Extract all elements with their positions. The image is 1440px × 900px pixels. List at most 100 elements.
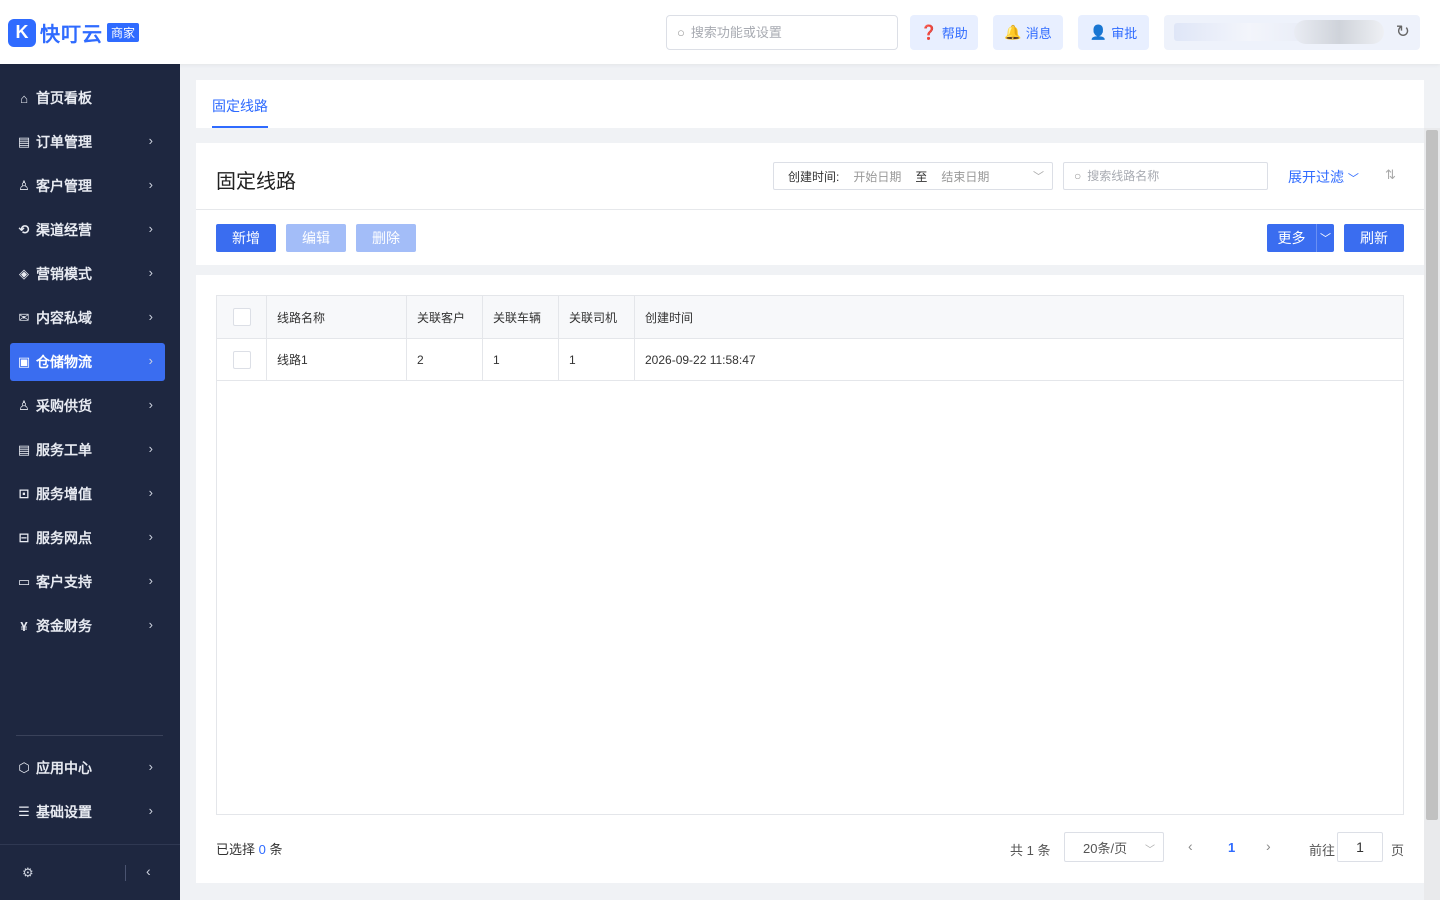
delete-button[interactable]: 删除: [356, 224, 416, 252]
approval-label: 审批: [1111, 26, 1138, 41]
start-date-input[interactable]: 开始日期: [853, 168, 901, 185]
help-label: 帮助: [941, 26, 968, 41]
row-checkbox[interactable]: [233, 350, 251, 369]
end-date-input[interactable]: 结束日期: [941, 168, 989, 185]
prev-page-button[interactable]: ‹: [1188, 838, 1193, 854]
chevron-down-icon: ﹀: [1033, 171, 1044, 183]
store-icon: ⊟: [18, 530, 30, 545]
page-scrollbar[interactable]: [1424, 128, 1440, 900]
gear-icon[interactable]: ⚙: [22, 865, 34, 881]
bag-icon: ⊡: [18, 486, 30, 501]
sidebar-item-label: 资金财务: [36, 618, 92, 634]
question-icon: ❓: [920, 24, 938, 40]
created-date-range-picker[interactable]: 创建时间: 开始日期 至 结束日期 ﹀: [773, 162, 1053, 190]
sidebar-item-dashboard[interactable]: ⌂ 首页看板: [10, 79, 165, 117]
brand-logo[interactable]: K 快叮云 商家: [8, 18, 140, 47]
table-header: 线路名称 关联客户 关联车辆 关联司机 创建时间: [217, 296, 1403, 339]
select-all-checkbox[interactable]: [233, 308, 251, 326]
sidebar-footer: ⚙ ‹: [0, 844, 180, 900]
row-checkbox-cell: [217, 339, 267, 380]
sidebar-item-service-outlets[interactable]: ⊟ 服务网点 ›: [10, 519, 165, 557]
global-search[interactable]: ○: [666, 15, 898, 50]
sidebar-item-warehouse-logistics[interactable]: ▣ 仓储物流 ›: [10, 343, 165, 381]
sidebar-item-label: 营销模式: [36, 266, 92, 282]
table-row[interactable]: 线路1 2 1 1 2026-09-22 11:58:47: [217, 339, 1403, 381]
page-size-value: 20条/页: [1083, 840, 1128, 856]
global-search-input[interactable]: [690, 25, 881, 40]
logo-icon: K: [8, 18, 36, 47]
next-page-button[interactable]: ›: [1266, 838, 1271, 854]
search-icon: ○: [1074, 169, 1082, 183]
goto-page-input[interactable]: [1337, 832, 1383, 862]
search-icon: ○: [677, 25, 685, 40]
logo-text: 快叮云: [40, 24, 103, 46]
user-account-area[interactable]: ↻: [1164, 15, 1420, 50]
sidebar-item-label: 仓储物流: [36, 354, 92, 370]
sidebar-item-label: 服务增值: [36, 486, 92, 502]
add-button[interactable]: 新增: [216, 224, 276, 252]
sidebar-divider: [16, 735, 163, 736]
selected-suffix: 条: [269, 842, 283, 857]
sidebar-item-label: 采购供货: [36, 398, 92, 414]
help-button[interactable]: ❓ 帮助: [910, 15, 978, 50]
chevron-down-icon: ﹀: [1347, 173, 1359, 185]
sort-icon[interactable]: ⇅: [1385, 167, 1396, 183]
settings-list-icon: ☰: [18, 804, 30, 819]
user-icon: ♙: [18, 178, 30, 193]
sidebar-item-value-added[interactable]: ⊡ 服务增值 ›: [10, 475, 165, 513]
sidebar-item-purchasing[interactable]: ♙ 采购供货 ›: [10, 387, 165, 425]
sidebar-item-finance[interactable]: ¥ 资金财务 ›: [10, 607, 165, 645]
sidebar-item-customer-support[interactable]: ▭ 客户支持 ›: [10, 563, 165, 601]
column-header-customers: 关联客户: [407, 296, 483, 338]
sidebar-item-channels[interactable]: ⟲ 渠道经营 ›: [10, 211, 165, 249]
expand-filter-label: 展开过滤: [1288, 169, 1344, 185]
sidebar-item-customers[interactable]: ♙ 客户管理 ›: [10, 167, 165, 205]
chevron-right-icon: ›: [148, 309, 153, 324]
messages-label: 消息: [1025, 26, 1052, 41]
chevron-right-icon: ›: [148, 573, 153, 588]
sidebar-item-service-tickets[interactable]: ▤ 服务工单 ›: [10, 431, 165, 469]
date-range-separator: 至: [915, 169, 928, 184]
chevron-right-icon: ›: [148, 617, 153, 632]
chevron-down-icon[interactable]: ﹀: [1317, 224, 1334, 252]
chevron-right-icon: ›: [148, 353, 153, 368]
more-dropdown-button[interactable]: 更多 ﹀: [1267, 224, 1334, 252]
messages-button[interactable]: 🔔 消息: [993, 15, 1063, 50]
sidebar-item-label: 客户支持: [36, 574, 92, 590]
sidebar-item-label: 服务工单: [36, 442, 92, 458]
chevron-right-icon: ›: [148, 265, 153, 280]
chevron-right-icon: ›: [148, 485, 153, 500]
cell-customers: 2: [407, 339, 483, 380]
reload-icon[interactable]: ↻: [1396, 22, 1410, 42]
collapse-sidebar-icon[interactable]: ‹: [146, 863, 151, 879]
route-search[interactable]: ○: [1063, 162, 1268, 190]
edit-button[interactable]: 编辑: [286, 224, 346, 252]
column-header-drivers: 关联司机: [559, 296, 635, 338]
tab-fixed-routes[interactable]: 固定线路: [212, 96, 268, 116]
header-checkbox-cell: [217, 296, 267, 338]
box-icon: ▣: [17, 354, 31, 369]
more-label[interactable]: 更多: [1267, 224, 1317, 252]
sidebar-item-orders[interactable]: ▤ 订单管理 ›: [10, 123, 165, 161]
sidebar-item-label: 基础设置: [36, 804, 92, 820]
sidebar-item-marketing[interactable]: ◈ 营销模式 ›: [10, 255, 165, 293]
scrollbar-thumb[interactable]: [1426, 130, 1438, 820]
date-filter-label: 创建时间:: [788, 169, 840, 184]
home-icon: ⌂: [20, 90, 28, 106]
sidebar-item-label: 客户管理: [36, 178, 92, 194]
page-size-select[interactable]: 20条/页 ﹀: [1064, 832, 1164, 862]
sidebar-item-basic-settings[interactable]: ☰ 基础设置 ›: [10, 793, 165, 831]
sidebar-item-content[interactable]: ✉ 内容私域 ›: [10, 299, 165, 337]
pagination-total: 共 1 条: [1010, 843, 1051, 858]
chevron-right-icon: ›: [148, 441, 153, 456]
chevron-right-icon: ›: [148, 803, 153, 818]
refresh-button[interactable]: 刷新: [1344, 224, 1404, 252]
page-number-current[interactable]: 1: [1228, 840, 1235, 855]
cell-vehicles: 1: [483, 339, 559, 380]
expand-filter-button[interactable]: 展开过滤 ﹀: [1288, 167, 1359, 187]
chevron-right-icon: ›: [148, 397, 153, 412]
ticket-icon: ▤: [17, 442, 31, 457]
route-search-input[interactable]: [1087, 169, 1258, 183]
approval-button[interactable]: 👤 审批: [1078, 15, 1149, 50]
sidebar-item-app-center[interactable]: ⬡ 应用中心 ›: [10, 749, 165, 787]
